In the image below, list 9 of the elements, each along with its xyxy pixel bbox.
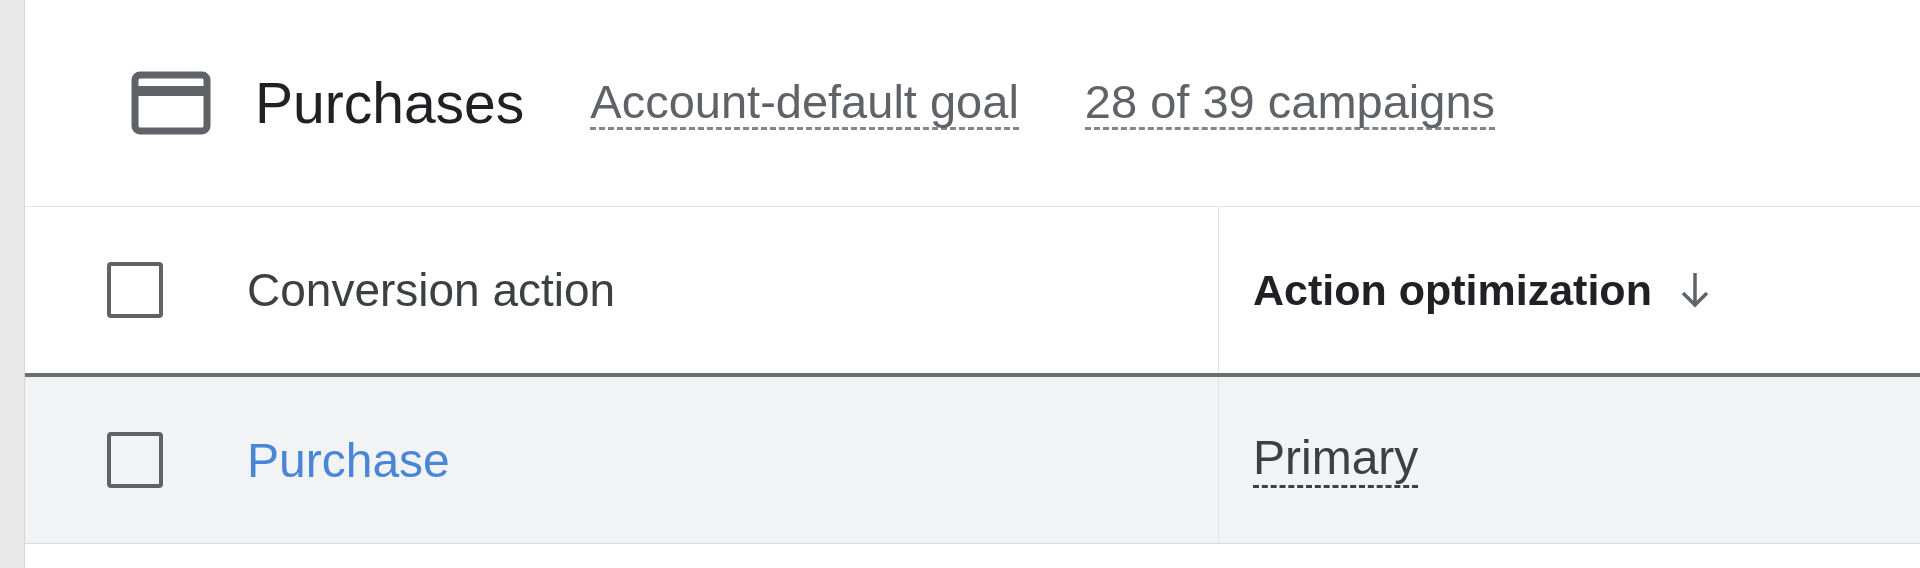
goal-source-link[interactable]: Account-default goal	[590, 75, 1019, 131]
goal-title: Purchases	[255, 70, 525, 136]
column-header[interactable]: Conversion action	[247, 263, 616, 317]
checkbox[interactable]	[107, 262, 163, 318]
campaigns-link[interactable]: 28 of 39 campaigns	[1084, 75, 1496, 131]
checkbox[interactable]	[107, 432, 163, 488]
column-header[interactable]: Action optimization	[1253, 265, 1652, 315]
optimization-value[interactable]: Primary	[1253, 432, 1419, 488]
credit-card-icon	[131, 71, 211, 135]
